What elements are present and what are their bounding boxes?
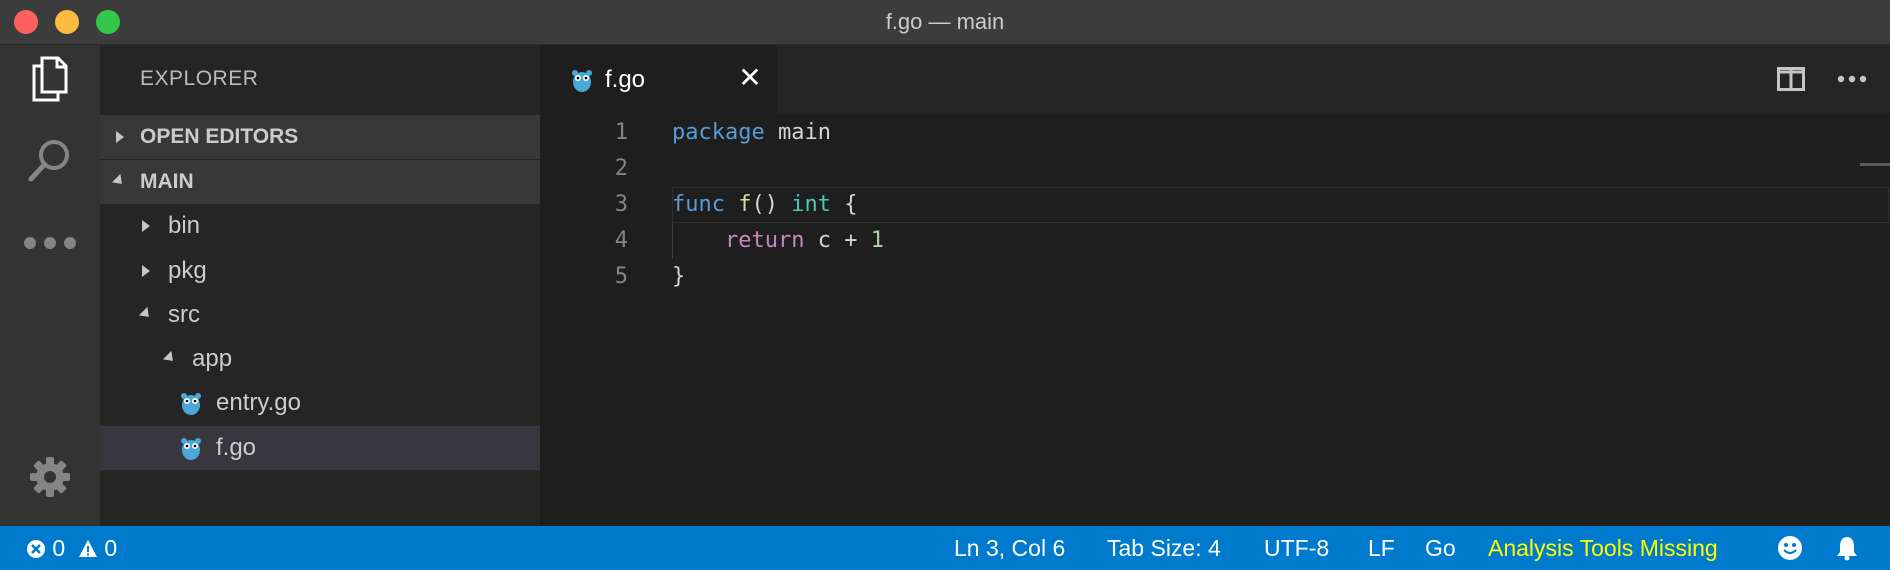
split-editor-icon[interactable]: [1777, 67, 1805, 91]
tab-size-indicator[interactable]: Tab Size: 4: [1107, 526, 1221, 570]
code-text: package main: [672, 115, 831, 151]
section-open-editors[interactable]: OPEN EDITORS: [100, 115, 540, 159]
code-line: 2: [540, 151, 1890, 187]
tree-item-f-go[interactable]: f.go: [100, 426, 540, 470]
line-number: 1: [614, 120, 628, 145]
tree-item-label: app: [192, 345, 233, 372]
section-label: MAIN: [140, 170, 194, 193]
chevron-down-icon: [138, 306, 154, 322]
cursor-position[interactable]: Ln 3, Col 6: [954, 526, 1065, 570]
code-line: 5 }: [540, 259, 1890, 295]
punct-token: {: [830, 192, 858, 217]
tree-item-label: bin: [168, 212, 201, 239]
explorer-sidebar: EXPLORER OPEN EDITORS MAIN bin pkg src a…: [100, 45, 540, 526]
code-editor[interactable]: 1 package main 2 3 func f() int { 4 retu…: [540, 115, 1890, 526]
error-icon: [27, 540, 45, 558]
problems-indicator[interactable]: 0 0: [26, 526, 117, 570]
line-number: 4: [614, 228, 628, 253]
punct-token: (): [751, 192, 778, 217]
tree-item-label: entry.go: [216, 389, 301, 416]
language-mode[interactable]: Go: [1425, 526, 1456, 570]
identifier-token: main: [764, 120, 831, 145]
tree-item-label: f.go: [216, 434, 257, 461]
more-actions-icon[interactable]: [1837, 75, 1867, 83]
gear-icon[interactable]: [20, 447, 80, 507]
number-token: 1: [870, 228, 884, 253]
section-label: OPEN EDITORS: [140, 125, 299, 148]
analysis-tools-missing-link[interactable]: Analysis Tools Missing: [1488, 526, 1718, 570]
chevron-right-icon: [142, 265, 150, 277]
search-icon[interactable]: [20, 130, 80, 190]
chevron-down-icon: [111, 173, 127, 189]
encoding-indicator[interactable]: UTF-8: [1264, 526, 1329, 570]
code-text: }: [672, 264, 686, 289]
activity-bar: [0, 45, 100, 526]
close-icon[interactable]: ✕: [735, 63, 765, 93]
explorer-title: EXPLORER: [140, 67, 259, 90]
smiley-feedback-icon[interactable]: [1777, 535, 1803, 561]
chevron-right-icon: [116, 131, 124, 143]
tree-item-label: pkg: [168, 257, 207, 284]
keyword-token: return: [724, 228, 805, 253]
status-bar: 0 0 Ln 3, Col 6 Tab Size: 4 UTF-8 LF Go …: [0, 526, 1890, 570]
expression-token: c +: [804, 228, 871, 253]
line-number: 2: [614, 156, 628, 181]
gopher-icon: [181, 393, 201, 415]
code-text: return c + 1: [672, 223, 884, 259]
tree-item-entry-go[interactable]: entry.go: [100, 381, 540, 425]
code-text: func f() int {: [672, 187, 857, 223]
title-bar: f.go — main: [0, 0, 1890, 45]
line-number: 5: [614, 264, 628, 289]
tree-item-pkg[interactable]: pkg: [100, 249, 540, 293]
code-line: 4 return c + 1: [540, 223, 1890, 259]
eol-indicator[interactable]: LF: [1368, 526, 1395, 570]
keyword-token: package: [672, 120, 765, 145]
tab-f-go[interactable]: f.go ✕: [540, 45, 777, 115]
tab-label: f.go: [605, 66, 646, 93]
function-token: f: [738, 192, 752, 217]
tree-item-src[interactable]: src: [100, 293, 540, 337]
line-number: 3: [614, 192, 628, 217]
code-line: 1 package main: [540, 115, 1890, 151]
more-icon[interactable]: [20, 213, 80, 273]
section-main[interactable]: MAIN: [100, 160, 540, 204]
warning-icon: [78, 540, 97, 557]
warning-count: 0: [104, 535, 118, 561]
keyword-token: func: [672, 192, 725, 217]
tree-item-app[interactable]: app: [100, 337, 540, 381]
code-line: 3 func f() int {: [540, 187, 1890, 223]
tab-bar: f.go ✕: [540, 45, 1890, 115]
files-icon[interactable]: [20, 48, 80, 108]
chevron-right-icon: [142, 220, 150, 232]
tree-item-bin[interactable]: bin: [100, 204, 540, 248]
gopher-icon: [572, 70, 592, 92]
type-token: int: [791, 192, 831, 217]
error-count: 0: [52, 535, 66, 561]
bell-icon[interactable]: [1835, 535, 1859, 561]
gopher-icon: [181, 438, 201, 460]
tree-item-label: src: [168, 301, 200, 328]
chevron-down-icon: [162, 350, 178, 366]
window-title: f.go — main: [885, 9, 1005, 34]
